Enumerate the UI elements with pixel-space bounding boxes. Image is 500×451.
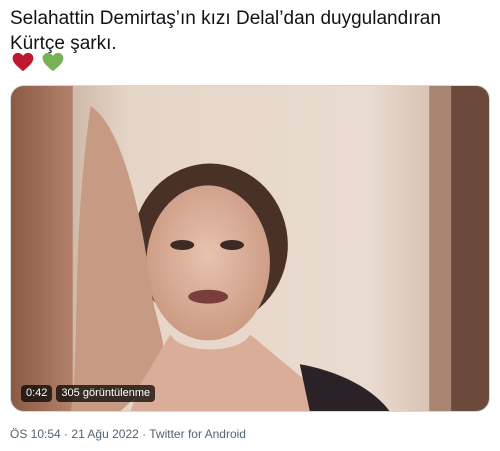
green-heart-icon	[42, 52, 64, 72]
tweet-meta: ÖS 10:54 · 21 Ağu 2022 · Twitter for And…	[10, 427, 246, 441]
separator: ·	[64, 427, 69, 441]
red-heart-icon	[12, 52, 34, 72]
view-count: 305 görüntülenme	[56, 385, 156, 402]
video-player[interactable]: 0:42 305 görüntülenme	[10, 85, 490, 412]
tweet-source[interactable]: Twitter for Android	[149, 427, 246, 441]
video-badges: 0:42 305 görüntülenme	[21, 385, 156, 402]
emoji-row	[12, 52, 64, 76]
separator: ·	[142, 427, 147, 441]
tweet-date[interactable]: 21 Ağu 2022	[71, 427, 138, 441]
tweet-time[interactable]: ÖS 10:54	[10, 427, 61, 441]
video-duration: 0:42	[21, 385, 53, 402]
tweet-text: Selahattin Demirtaş’ın kızı Delal’dan du…	[10, 8, 441, 54]
video-thumbnail	[11, 86, 489, 411]
